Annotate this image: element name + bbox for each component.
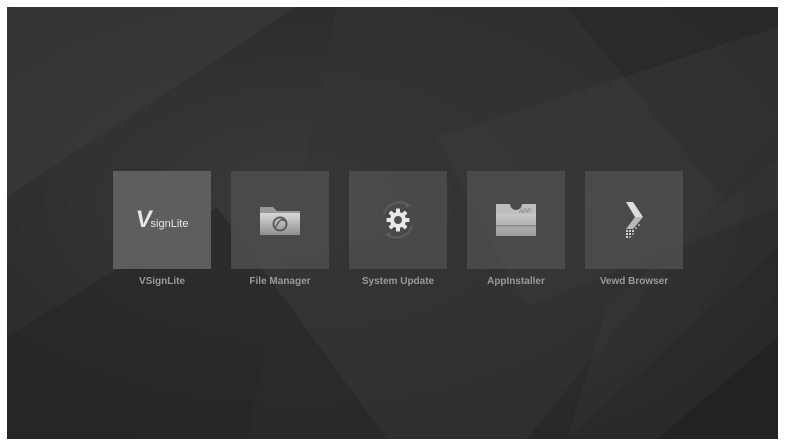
app-tile-appinstaller[interactable]: APP AppInstaller xyxy=(467,171,565,287)
vsignlite-logo-icon: V signLite xyxy=(133,206,189,233)
vewd-logo-icon xyxy=(626,202,643,238)
app-label: VSignLite xyxy=(138,276,186,287)
app-grid: V signLite VSignLite File Manager System… xyxy=(113,171,683,287)
app-icon-tile[interactable] xyxy=(349,171,447,269)
app-box-icon: APP xyxy=(496,204,536,236)
app-icon-tile[interactable]: V signLite xyxy=(113,171,211,269)
app-icon-tile[interactable] xyxy=(231,171,329,269)
app-tile-vsignlite[interactable]: V signLite VSignLite xyxy=(113,171,211,287)
app-icon-tile[interactable]: APP xyxy=(467,171,565,269)
app-tile-vewd-browser[interactable]: Vewd Browser xyxy=(585,171,683,287)
app-label: File Manager xyxy=(249,276,311,287)
app-icon-tile[interactable] xyxy=(585,171,683,269)
launcher-screen: V signLite VSignLite File Manager System… xyxy=(7,7,778,439)
folder-icon xyxy=(260,207,300,235)
app-label: Vewd Browser xyxy=(599,276,669,287)
app-label: System Update xyxy=(361,276,435,287)
app-tile-system-update[interactable]: System Update xyxy=(349,171,447,287)
app-label: AppInstaller xyxy=(487,276,545,287)
gear-icon xyxy=(382,201,414,239)
app-tile-file-manager[interactable]: File Manager xyxy=(231,171,329,287)
svg-text:APP: APP xyxy=(518,209,531,215)
